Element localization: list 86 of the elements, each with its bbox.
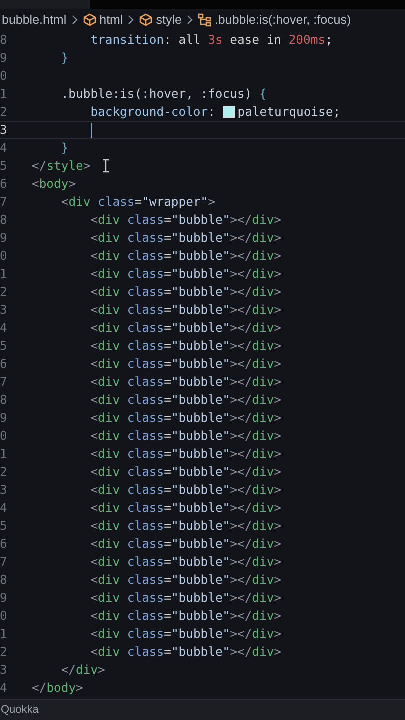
code-line: <div class="wrapper"> [60, 194, 216, 211]
code-line: <div class="bubble"></div> [90, 248, 282, 265]
breadcrumb-item[interactable]: .bubble:is(:hover, :focus) [198, 13, 352, 27]
code-line: </body> [32, 680, 84, 697]
code-line: <div class="bubble"></div> [90, 608, 282, 625]
line-number: 4 [0, 320, 8, 337]
line-number: 9 [0, 230, 8, 247]
line-number: 3 [0, 122, 8, 139]
text-cursor-icon [102, 159, 110, 173]
line-number: 7 [0, 194, 8, 211]
code-line: <div class="bubble"></div> [90, 500, 282, 517]
code-line: <div class="bubble"></div> [90, 266, 282, 283]
line-number: 7 [0, 554, 8, 571]
code-line: <div class="bubble"></div> [90, 644, 282, 661]
line-number: 2 [0, 644, 8, 661]
line-number: 2 [0, 464, 8, 481]
line-number: 2 [0, 104, 8, 121]
line-number: 7 [0, 374, 8, 391]
line-number: 8 [0, 572, 8, 589]
cube-icon [139, 13, 154, 27]
code-line: .bubble:is(:hover, :focus) { [60, 86, 267, 103]
line-number: 3 [0, 662, 8, 679]
line-number: 4 [0, 140, 8, 157]
line-number: 6 [0, 176, 8, 193]
breadcrumb-item[interactable]: html [82, 13, 124, 27]
code-line: <div class="bubble"></div> [90, 410, 282, 427]
line-number: 5 [0, 518, 8, 535]
code-line: <div class="bubble"></div> [90, 320, 282, 337]
code-line: </div> [60, 662, 106, 679]
code-line: <div class="bubble"></div> [90, 428, 282, 445]
code-line: <div class="bubble"></div> [90, 338, 282, 355]
line-number: 1 [0, 446, 8, 463]
code-line: <div class="bubble"></div> [90, 356, 282, 373]
line-number: 5 [0, 338, 8, 355]
code-line: <div class="bubble"></div> [90, 392, 282, 409]
code-line: <div class="bubble"></div> [90, 212, 282, 229]
line-number: 8 [0, 392, 8, 409]
code-line: transition: all 3s ease in 200ms; [90, 32, 333, 49]
code-line: </style> [32, 158, 91, 175]
line-number: 9 [0, 590, 8, 607]
line-number: 3 [0, 482, 8, 499]
chevron-icon [186, 15, 193, 25]
code-line: <div class="bubble"></div> [90, 554, 282, 571]
line-number: 8 [0, 32, 8, 49]
code-line: <div class="bubble"></div> [90, 482, 282, 499]
line-number: 0 [0, 428, 8, 445]
code-line: <body> [32, 176, 76, 193]
code-line: <div class="bubble"></div> [90, 374, 282, 391]
code-line: background-color: paleturquoise; [90, 104, 341, 121]
code-line: <div class="bubble"></div> [90, 518, 282, 535]
status-bar-item[interactable]: Quokka [0, 704, 39, 716]
line-number: 2 [0, 284, 8, 301]
cube-icon [82, 13, 97, 27]
code-line: <div class="bubble"></div> [90, 284, 282, 301]
line-number: 0 [0, 68, 8, 85]
color-swatch[interactable] [222, 106, 235, 118]
line-number: 0 [0, 248, 8, 265]
text-cursor [90, 122, 92, 138]
line-number: 6 [0, 536, 8, 553]
code-line: } [60, 50, 69, 67]
chevron-icon [72, 15, 78, 25]
breadcrumb-item[interactable]: bubble.html [2, 13, 67, 27]
chevron-icon [128, 15, 134, 25]
breadcrumb-item[interactable]: style [139, 13, 182, 27]
line-number: 9 [0, 50, 8, 67]
code-line: <div class="bubble"></div> [90, 536, 282, 553]
line-number: 4 [0, 500, 8, 517]
line-number: 8 [0, 212, 8, 229]
code-line: <div class="bubble"></div> [90, 302, 282, 319]
code-line: <div class="bubble"></div> [90, 230, 282, 247]
code-line: <div class="bubble"></div> [90, 590, 282, 607]
line-number: 1 [0, 626, 8, 643]
line-number: 6 [0, 356, 8, 373]
line-number: 3 [0, 302, 8, 319]
code-line: <div class="bubble"></div> [90, 626, 282, 643]
line-number: 5 [0, 158, 8, 175]
line-number: 1 [0, 86, 8, 103]
code-line: } [60, 140, 69, 157]
line-number: 0 [0, 608, 8, 625]
code-line: <div class="bubble"></div> [90, 572, 282, 589]
code-line: <div class="bubble"></div> [90, 464, 282, 481]
code-line: <div class="bubble"></div> [90, 446, 282, 463]
hierarchy-icon [198, 13, 212, 27]
line-number: 9 [0, 410, 8, 427]
line-number: 4 [0, 680, 8, 697]
line-number: 1 [0, 266, 8, 283]
